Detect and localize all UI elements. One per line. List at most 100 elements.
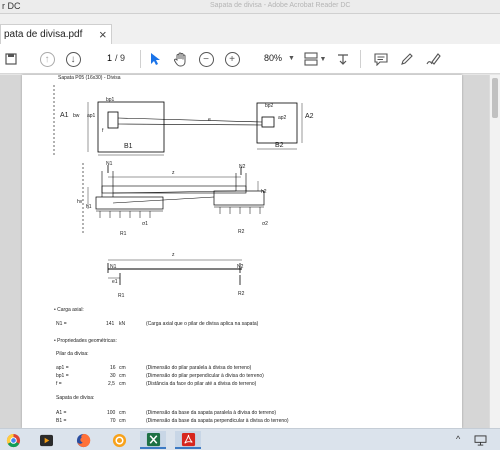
label-b2: B2 (275, 142, 284, 149)
hand-tool-button[interactable] (172, 49, 190, 69)
toolbar: ↑ ↓ 1 / 9 − + 80% ▼ ▼ (0, 44, 500, 74)
beam-scheme-diagram (107, 259, 242, 285)
page-number-input[interactable]: 1 (90, 51, 112, 67)
page-fit-icon (303, 52, 318, 66)
taskbar-acrobat[interactable] (175, 431, 201, 449)
sapata-row-value: 100 (107, 410, 116, 416)
comment-button[interactable] (372, 49, 390, 69)
n1-label: N1 = (56, 321, 67, 327)
network-icon (474, 434, 486, 446)
pilar-row-desc: (Dimensão do pilar paralela à divisa do … (146, 365, 252, 371)
sapata-row-unit: cm (119, 418, 126, 424)
zoom-chevron-down-icon[interactable]: ▼ (288, 55, 295, 62)
n1-unit: kN (119, 321, 126, 327)
label-bp2: bp2 (265, 103, 274, 109)
document-viewport[interactable]: Sapata P05 (16x30) - Divisa A1 bw bp1 ap… (0, 75, 500, 428)
label-ap2: ap2 (278, 115, 287, 121)
taskbar-firefox[interactable] (70, 431, 96, 449)
taskbar-settings-app[interactable] (106, 431, 132, 449)
section-hv: hv (77, 199, 83, 205)
taskbar-media-player[interactable] (33, 431, 59, 449)
app-title: r DC (2, 1, 21, 11)
tray-chevron-up-icon[interactable]: ^ (456, 434, 460, 444)
label-ap1: ap1 (87, 113, 96, 119)
comment-icon (374, 52, 388, 66)
firefox-icon (76, 433, 90, 447)
section-sigma2: σ2 (262, 221, 268, 227)
beam-n1: N1 (110, 264, 117, 270)
pilar-row-unit: cm (119, 365, 126, 371)
minus-icon: − (198, 51, 214, 67)
next-page-button[interactable]: ↓ (64, 49, 82, 69)
scroll-arrow-icon (338, 54, 348, 65)
sign-button[interactable] (424, 49, 442, 69)
previous-page-button[interactable]: ↑ (38, 49, 56, 69)
gear-icon (112, 433, 126, 447)
pilar-row-label: f = (56, 381, 62, 387)
taskbar: ^ (0, 428, 500, 450)
taskbar-excel[interactable] (140, 431, 166, 449)
section-z: z (172, 170, 175, 176)
sapata-row-desc: (Dimensão da base da sapata perpendicula… (146, 418, 289, 424)
pdf-page: Sapata P05 (16x30) - Divisa A1 bw bp1 ap… (22, 75, 462, 428)
select-tool-button[interactable] (147, 49, 163, 69)
sapata-row-label: A1 = (56, 410, 67, 416)
zoom-out-button[interactable]: − (197, 49, 215, 69)
n1-value: 141 (106, 321, 115, 327)
sapata-row-label: B1 = (56, 418, 67, 424)
zoom-in-button[interactable]: + (223, 49, 241, 69)
title-bar: r DC Sapata de divisa - Adobe Acrobat Re… (0, 0, 500, 14)
label-bp1: bp1 (106, 97, 115, 103)
label-b1: B1 (124, 143, 133, 150)
pilar-row-label: bp1 = (56, 373, 69, 379)
section-r1: R1 (120, 231, 127, 237)
media-player-icon (39, 434, 53, 446)
pen-icon (401, 53, 413, 65)
signature-icon (426, 53, 441, 65)
label-bw: bw (73, 113, 80, 119)
doc-heading: Sapata P05 (16x30) - Divisa (58, 75, 121, 81)
hand-icon (174, 52, 186, 66)
scroll-mode-button[interactable] (334, 49, 352, 69)
excel-icon (146, 432, 160, 446)
label-a1: A1 (60, 112, 69, 119)
section-h1: h1 (86, 204, 92, 210)
pilar-row-desc: (Dimensão do pilar perpendicular à divis… (146, 373, 264, 379)
beam-n2: N2 (237, 264, 244, 270)
label-f: f (102, 128, 104, 134)
plus-icon: + (224, 51, 240, 67)
section-n1: N1 (106, 161, 113, 167)
taskbar-chrome[interactable] (0, 431, 26, 449)
chrome-icon (6, 433, 20, 447)
section-n2: N2 (239, 164, 246, 170)
label-a2: A2 (305, 113, 314, 120)
vertical-scrollbar[interactable] (489, 75, 500, 428)
section-r2: R2 (238, 229, 245, 235)
page-display-button[interactable]: ▼ (303, 49, 327, 69)
sapata-row-value: 70 (110, 418, 116, 424)
scrollbar-thumb[interactable] (492, 78, 498, 118)
pilar-row-label: ap1 = (56, 365, 69, 371)
sapata-row-desc: (Dimensão da base da sapata paralela à d… (146, 410, 277, 416)
pilar-row-value: 16 (110, 365, 116, 371)
toolbar-divider (140, 50, 141, 68)
label-e: e (208, 117, 211, 123)
section-sigma1: σ1 (142, 221, 148, 227)
beam-e1: e1 (112, 279, 118, 285)
taskbar-network[interactable] (470, 431, 490, 449)
page-display-chevron-icon: ▼ (319, 55, 327, 63)
toolbar-divider-2 (360, 50, 361, 68)
save-icon[interactable] (4, 49, 18, 69)
document-tab[interactable]: pata de divisa.pdf × (0, 24, 112, 44)
cursor-arrow-icon (150, 53, 160, 65)
pilar-row-desc: (Distância da face do pilar até a divisa… (146, 381, 257, 387)
page-total: / 9 (115, 53, 126, 63)
close-tab-icon[interactable]: × (99, 27, 107, 42)
acrobat-icon (181, 432, 195, 446)
beam-r2: R2 (238, 291, 245, 297)
arrow-up-icon: ↑ (39, 51, 55, 67)
carga-heading: • Carga axial: (54, 307, 84, 313)
highlight-button[interactable] (398, 49, 416, 69)
plan-view-diagram (53, 85, 303, 157)
sapata-row-unit: cm (119, 410, 126, 416)
